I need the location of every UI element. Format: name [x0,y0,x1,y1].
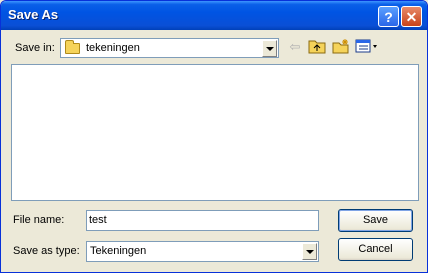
file-name-label: File name: [13,214,65,226]
new-folder-icon[interactable] [332,38,350,56]
file-name-field[interactable]: test [86,210,319,231]
save-in-label: Save in: [15,42,55,54]
save-as-type-value: Tekeningen [90,245,147,257]
window-title: Save As [8,7,59,22]
title-bar[interactable]: Save As ? ✕ [1,1,427,30]
back-arrow-icon[interactable]: ⇦ [286,38,304,56]
help-button[interactable]: ? [378,6,399,27]
save-as-type-dropdown[interactable]: Tekeningen [86,241,319,262]
chevron-down-icon[interactable] [302,243,317,260]
folder-icon [65,40,80,54]
chevron-down-icon[interactable] [262,40,277,57]
save-button[interactable]: Save [338,209,413,232]
view-menu-icon[interactable] [355,38,379,56]
save-in-value: tekeningen [86,42,140,54]
save-in-dropdown[interactable]: tekeningen [60,38,279,58]
close-button[interactable]: ✕ [401,6,422,27]
up-folder-icon[interactable] [308,38,326,56]
save-as-type-label: Save as type: [13,245,80,257]
save-as-dialog: Save As ? ✕ Save in: tekeningen ⇦ File n… [0,0,428,273]
file-list[interactable] [11,64,419,201]
cancel-button[interactable]: Cancel [338,238,413,261]
